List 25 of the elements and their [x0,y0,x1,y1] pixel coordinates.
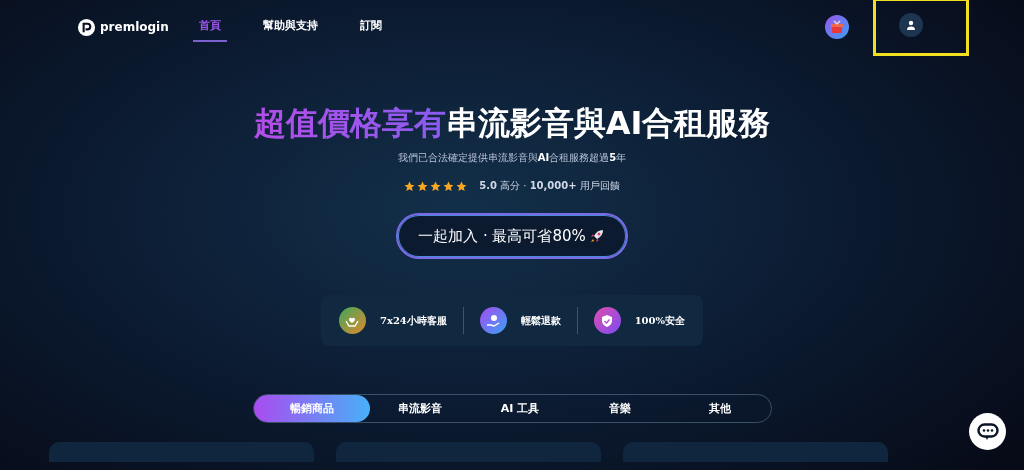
feature-label: 100%安全 [634,313,685,328]
chat-bubble-icon [976,422,999,441]
logo-icon [77,17,96,37]
nav-link[interactable]: 幫助與支持 [256,12,324,42]
nav-link[interactable]: 首頁 [192,12,227,42]
category-tab[interactable]: 音樂 [570,395,671,422]
rating-text: 5.0 高分 · 10,000+ 用戶回饋 [479,179,620,193]
category-tab[interactable]: 暢銷商品 [253,395,370,422]
feature-label: 7x24小時客服 [379,313,447,328]
join-button[interactable]: 一起加入 · 最高可省80% [396,213,628,259]
category-tab[interactable]: 串流影音 [369,395,470,422]
coin-hand-icon [479,307,507,334]
nav-link[interactable]: 訂閱 [353,12,388,42]
chat-button[interactable] [969,413,1006,450]
shield-icon [593,307,621,334]
category-tab[interactable]: 其他 [670,395,771,422]
brand-name[interactable]: premlogin [100,20,169,34]
user-icon [906,20,916,30]
gift-button[interactable] [825,15,849,39]
subtitle: 我們已合法確定提供串流影音與AI合租服務超過5年 [397,151,627,165]
category-tab[interactable]: AI 工具 [469,395,570,422]
headline: 超值價格享有串流影音與AI合租服務 [253,103,771,143]
feature-label: 輕鬆退款 [520,313,561,328]
account-button[interactable] [899,13,923,37]
gift-icon [830,20,844,34]
